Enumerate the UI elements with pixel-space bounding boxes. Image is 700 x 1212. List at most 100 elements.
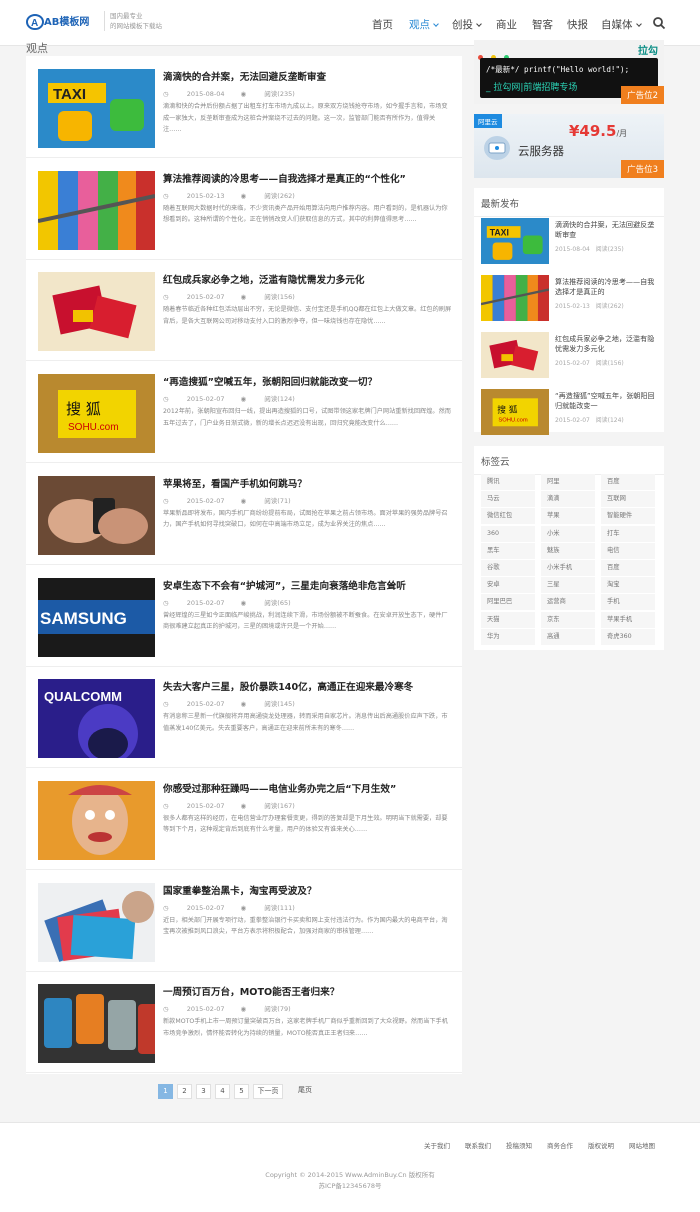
- article-thumbnail[interactable]: [38, 475, 155, 555]
- tag-item[interactable]: 百度: [601, 560, 655, 576]
- recent-thumbnail[interactable]: [481, 332, 549, 378]
- tag-item[interactable]: 手机: [601, 594, 655, 611]
- footer-link[interactable]: 联系我们: [465, 1140, 491, 1150]
- recent-post-item[interactable]: 红包成兵家必争之地，泛滥有隐忧需发力多元化 2015-02-07 阅读(156): [481, 332, 659, 380]
- recent-title[interactable]: 红包成兵家必争之地，泛滥有隐忧需发力多元化: [555, 334, 655, 354]
- tag-item[interactable]: 360: [481, 525, 535, 542]
- recent-post-item[interactable]: 搜 狐 SOHU.com “再造搜狐”空喊五年，张朝阳回归就能改变一 2015-02-…: [481, 389, 659, 437]
- article-thumbnail[interactable]: SAMSUNG: [38, 577, 155, 657]
- recent-title[interactable]: 算法推荐阅读的冷思考——自我选择才是真正的: [555, 277, 655, 297]
- tag-item[interactable]: 智能硬件: [601, 508, 655, 525]
- nav-item-opinion[interactable]: 观点: [409, 17, 439, 32]
- ad-banner-lagou[interactable]: 拉勾 /*最新*/ printf("Hello world!"); _ 拉勾网|…: [474, 40, 664, 104]
- nav-item-home[interactable]: 首页: [372, 17, 393, 32]
- tag-item[interactable]: 黑车: [481, 542, 535, 559]
- nav-item-wemedia[interactable]: 自媒体: [601, 17, 642, 32]
- nav-item-smart[interactable]: 智客: [532, 17, 553, 32]
- ad-logo: 拉勾: [638, 46, 658, 57]
- tag-item[interactable]: 苹果: [541, 508, 595, 525]
- recent-thumbnail[interactable]: 搜 狐 SOHU.com: [481, 389, 549, 435]
- tag-item[interactable]: 电信: [601, 542, 655, 559]
- tag-item[interactable]: 百度: [601, 474, 655, 490]
- tag-item[interactable]: 小米: [541, 525, 595, 542]
- nav-item-news[interactable]: 快报: [567, 17, 588, 32]
- article-thumbnail[interactable]: 搜 狐 SOHU.com: [38, 374, 155, 454]
- recent-views: 阅读(156): [595, 360, 624, 367]
- tag-item[interactable]: 小米手机: [541, 560, 595, 576]
- footer-link[interactable]: 关于我们: [424, 1140, 450, 1150]
- ad-product-label: 云服务器: [518, 144, 564, 158]
- recent-post-item[interactable]: TAXI 滴滴快的合并案，无法回避反垄断审查 2015-08-04 阅读(235): [481, 218, 659, 266]
- footer-link[interactable]: 网站地图: [629, 1140, 655, 1150]
- article-thumbnail[interactable]: [38, 984, 155, 1064]
- article-meta: ◷ 2015-02-07 ◉ 阅读(167): [163, 800, 311, 810]
- article-thumbnail[interactable]: [38, 170, 155, 250]
- tag-item[interactable]: 打车: [601, 525, 655, 542]
- tag-item[interactable]: 华为: [481, 628, 535, 645]
- site-logo[interactable]: A AB模板网: [26, 11, 98, 33]
- svg-text:AB模板网: AB模板网: [44, 15, 89, 28]
- article-title[interactable]: 苹果将至，看国产手机如何跳马？: [163, 476, 448, 490]
- site-footer: 关于我们 联系我们 投稿须知 商务合作 版权说明 网站地图 Copyright © 201…: [0, 1122, 700, 1212]
- page-link-4[interactable]: 4: [215, 1084, 230, 1099]
- tag-item[interactable]: 苹果手机: [601, 611, 655, 628]
- article-meta: ◷ 2015-02-07 ◉ 阅读(156): [163, 291, 311, 301]
- page-link-5[interactable]: 5: [234, 1084, 249, 1099]
- article-thumbnail[interactable]: [38, 272, 155, 352]
- recent-meta: 2015-08-04 阅读(235): [555, 244, 624, 253]
- recent-thumbnail[interactable]: [481, 275, 549, 321]
- article-views: 阅读(65): [264, 598, 291, 607]
- article-title[interactable]: 你感受过那种狂躁吗——电信业务办完之后“下月生效”: [163, 781, 448, 795]
- clock-icon: ◷: [163, 293, 171, 302]
- article-date: 2015-02-13: [186, 191, 225, 200]
- nav-item-business[interactable]: 商业: [496, 17, 517, 32]
- clock-icon: ◷: [163, 801, 171, 810]
- search-icon[interactable]: [652, 16, 666, 30]
- article-title[interactable]: 一周预订百万台，MOTO能否王者归来？: [163, 984, 448, 998]
- tag-item[interactable]: 腾讯: [481, 474, 535, 490]
- tag-item[interactable]: 奇虎360: [601, 628, 655, 645]
- article-title[interactable]: 失去大客户三星，股价暴跌140亿，高通正在迎来最冷寒冬: [163, 679, 448, 693]
- article-title[interactable]: 安卓生态下不会有“护城河”，三星走向衰落绝非危言耸听: [163, 578, 448, 592]
- nav-item-venture[interactable]: 创投: [452, 17, 482, 32]
- article-title[interactable]: 滴滴快的合并案，无法回避反垄断审查: [163, 69, 448, 83]
- page-link-2[interactable]: 2: [177, 1084, 192, 1099]
- article-title[interactable]: 红包成兵家必争之地，泛滥有隐忧需发力多元化: [163, 272, 448, 286]
- recent-thumbnail[interactable]: TAXI: [481, 218, 549, 264]
- article-title[interactable]: “再造搜狐”空喊五年，张朝阳回归就能改变一切？: [163, 374, 448, 388]
- tag-item[interactable]: 谷歌: [481, 560, 535, 576]
- tag-item[interactable]: 魅族: [541, 542, 595, 559]
- footer-link[interactable]: 投稿须知: [506, 1140, 532, 1150]
- tag-item[interactable]: 京东: [541, 611, 595, 628]
- tag-item[interactable]: 阿里巴巴: [481, 594, 535, 611]
- ad-banner-cloud[interactable]: 阿里云 ¥49.5/月 云服务器 广告位3: [474, 114, 664, 178]
- recent-title[interactable]: 滴滴快的合并案，无法回避反垄断审查: [555, 220, 655, 240]
- tag-item[interactable]: 淘宝: [601, 577, 655, 594]
- article-thumbnail[interactable]: [38, 882, 155, 962]
- page-link-1[interactable]: 1: [158, 1084, 173, 1099]
- article-thumbnail[interactable]: QUALCOMM: [38, 679, 155, 759]
- next-page-link[interactable]: 下一页: [253, 1084, 283, 1099]
- tag-item[interactable]: 高通: [541, 628, 595, 645]
- article-title[interactable]: 算法推荐阅读的冷思考——自我选择才是真正的“个性化”: [163, 171, 448, 185]
- tag-item[interactable]: 三星: [541, 577, 595, 594]
- tag-item[interactable]: 天猫: [481, 611, 535, 628]
- article-excerpt: 有消息称三星新一代旗舰将弃用高通骁龙处理器，转而采用自家芯片。消息传出后高通股价…: [163, 713, 448, 732]
- tag-item[interactable]: 运营商: [541, 594, 595, 611]
- tag-item[interactable]: 安卓: [481, 577, 535, 594]
- article-title[interactable]: 国家重拳整治黑卡，淘宝再受波及？: [163, 883, 448, 897]
- recent-title[interactable]: “再造搜狐”空喊五年，张朝阳回归就能改变一: [555, 391, 655, 411]
- article-thumbnail[interactable]: [38, 780, 155, 860]
- tag-item[interactable]: 滴滴: [541, 491, 595, 508]
- tag-item[interactable]: 微信红包: [481, 508, 535, 525]
- tag-item[interactable]: 阿里: [541, 474, 595, 490]
- tag-item[interactable]: 马云: [481, 491, 535, 508]
- footer-link[interactable]: 商务合作: [547, 1140, 573, 1150]
- tag-item[interactable]: 互联网: [601, 491, 655, 508]
- article-thumbnail[interactable]: TAXI: [38, 69, 155, 148]
- recent-post-item[interactable]: 算法推荐阅读的冷思考——自我选择才是真正的 2015-02-13 阅读(262): [481, 275, 659, 323]
- page-link-3[interactable]: 3: [196, 1084, 211, 1099]
- footer-link[interactable]: 版权说明: [588, 1140, 614, 1150]
- clock-icon: ◷: [163, 496, 171, 505]
- last-page-link[interactable]: 尾页: [287, 1084, 323, 1099]
